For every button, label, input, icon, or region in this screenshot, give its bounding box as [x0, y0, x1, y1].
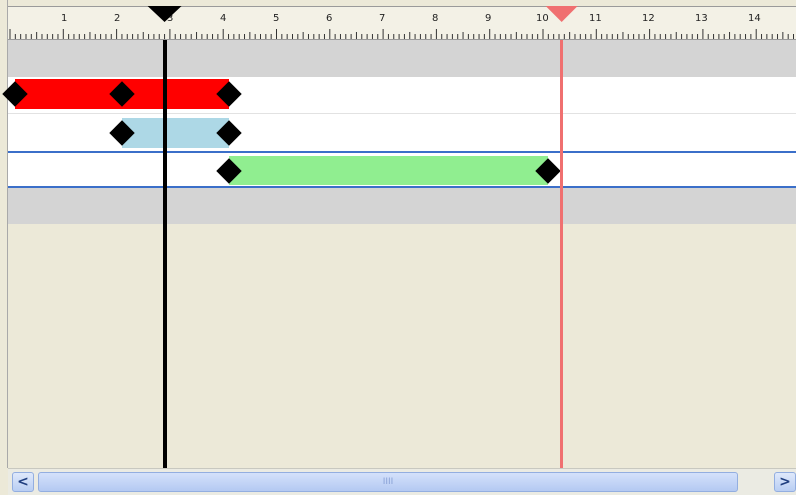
ruler-label-3: 3	[167, 13, 173, 24]
timeline-left-edge	[0, 0, 8, 468]
ruler-label-1: 1	[61, 13, 67, 24]
ruler-label-10: 10	[536, 13, 549, 24]
chevron-left-icon: <	[17, 474, 29, 490]
scroll-right-button[interactable]: >	[774, 472, 796, 492]
chevron-right-icon: >	[779, 474, 791, 490]
scroll-thumb[interactable]: IIII	[38, 472, 738, 492]
clip-lightblue[interactable]	[121, 118, 229, 148]
ruler-label-11: 11	[589, 13, 602, 24]
ruler-label-14: 14	[748, 13, 761, 24]
ruler-label-7: 7	[379, 13, 385, 24]
group-row-bottom	[8, 188, 796, 224]
playhead-line[interactable]	[162, 40, 167, 468]
ruler-label-5: 5	[273, 13, 279, 24]
scroll-left-button[interactable]: <	[12, 472, 34, 492]
ruler-label-6: 6	[326, 13, 332, 24]
clip-lightgreen[interactable]	[228, 156, 549, 185]
scroll-grip-icon: IIII	[382, 477, 394, 487]
ruler-label-9: 9	[485, 13, 491, 24]
track-area[interactable]	[2, 40, 796, 468]
ruler-ticks: 1 2 3 4 5 6 7 8 9 10 11 12 13 14	[9, 13, 795, 39]
group-row-top	[8, 40, 796, 77]
ruler-label-13: 13	[695, 13, 708, 24]
time-ruler[interactable]: 1 2 3 4 5 6 7 8 9 10 11 12 13 14	[8, 6, 796, 40]
horizontal-scrollbar[interactable]: < IIII >	[8, 468, 796, 495]
timeline-editor: 1 2 3 4 5 6 7 8 9 10 11 12 13 14 < IIII …	[0, 0, 796, 495]
ruler-label-8: 8	[432, 13, 438, 24]
ruler-label-12: 12	[642, 13, 655, 24]
end-marker-line[interactable]	[560, 40, 564, 468]
ruler-label-2: 2	[114, 13, 120, 24]
ruler-label-4: 4	[220, 13, 226, 24]
